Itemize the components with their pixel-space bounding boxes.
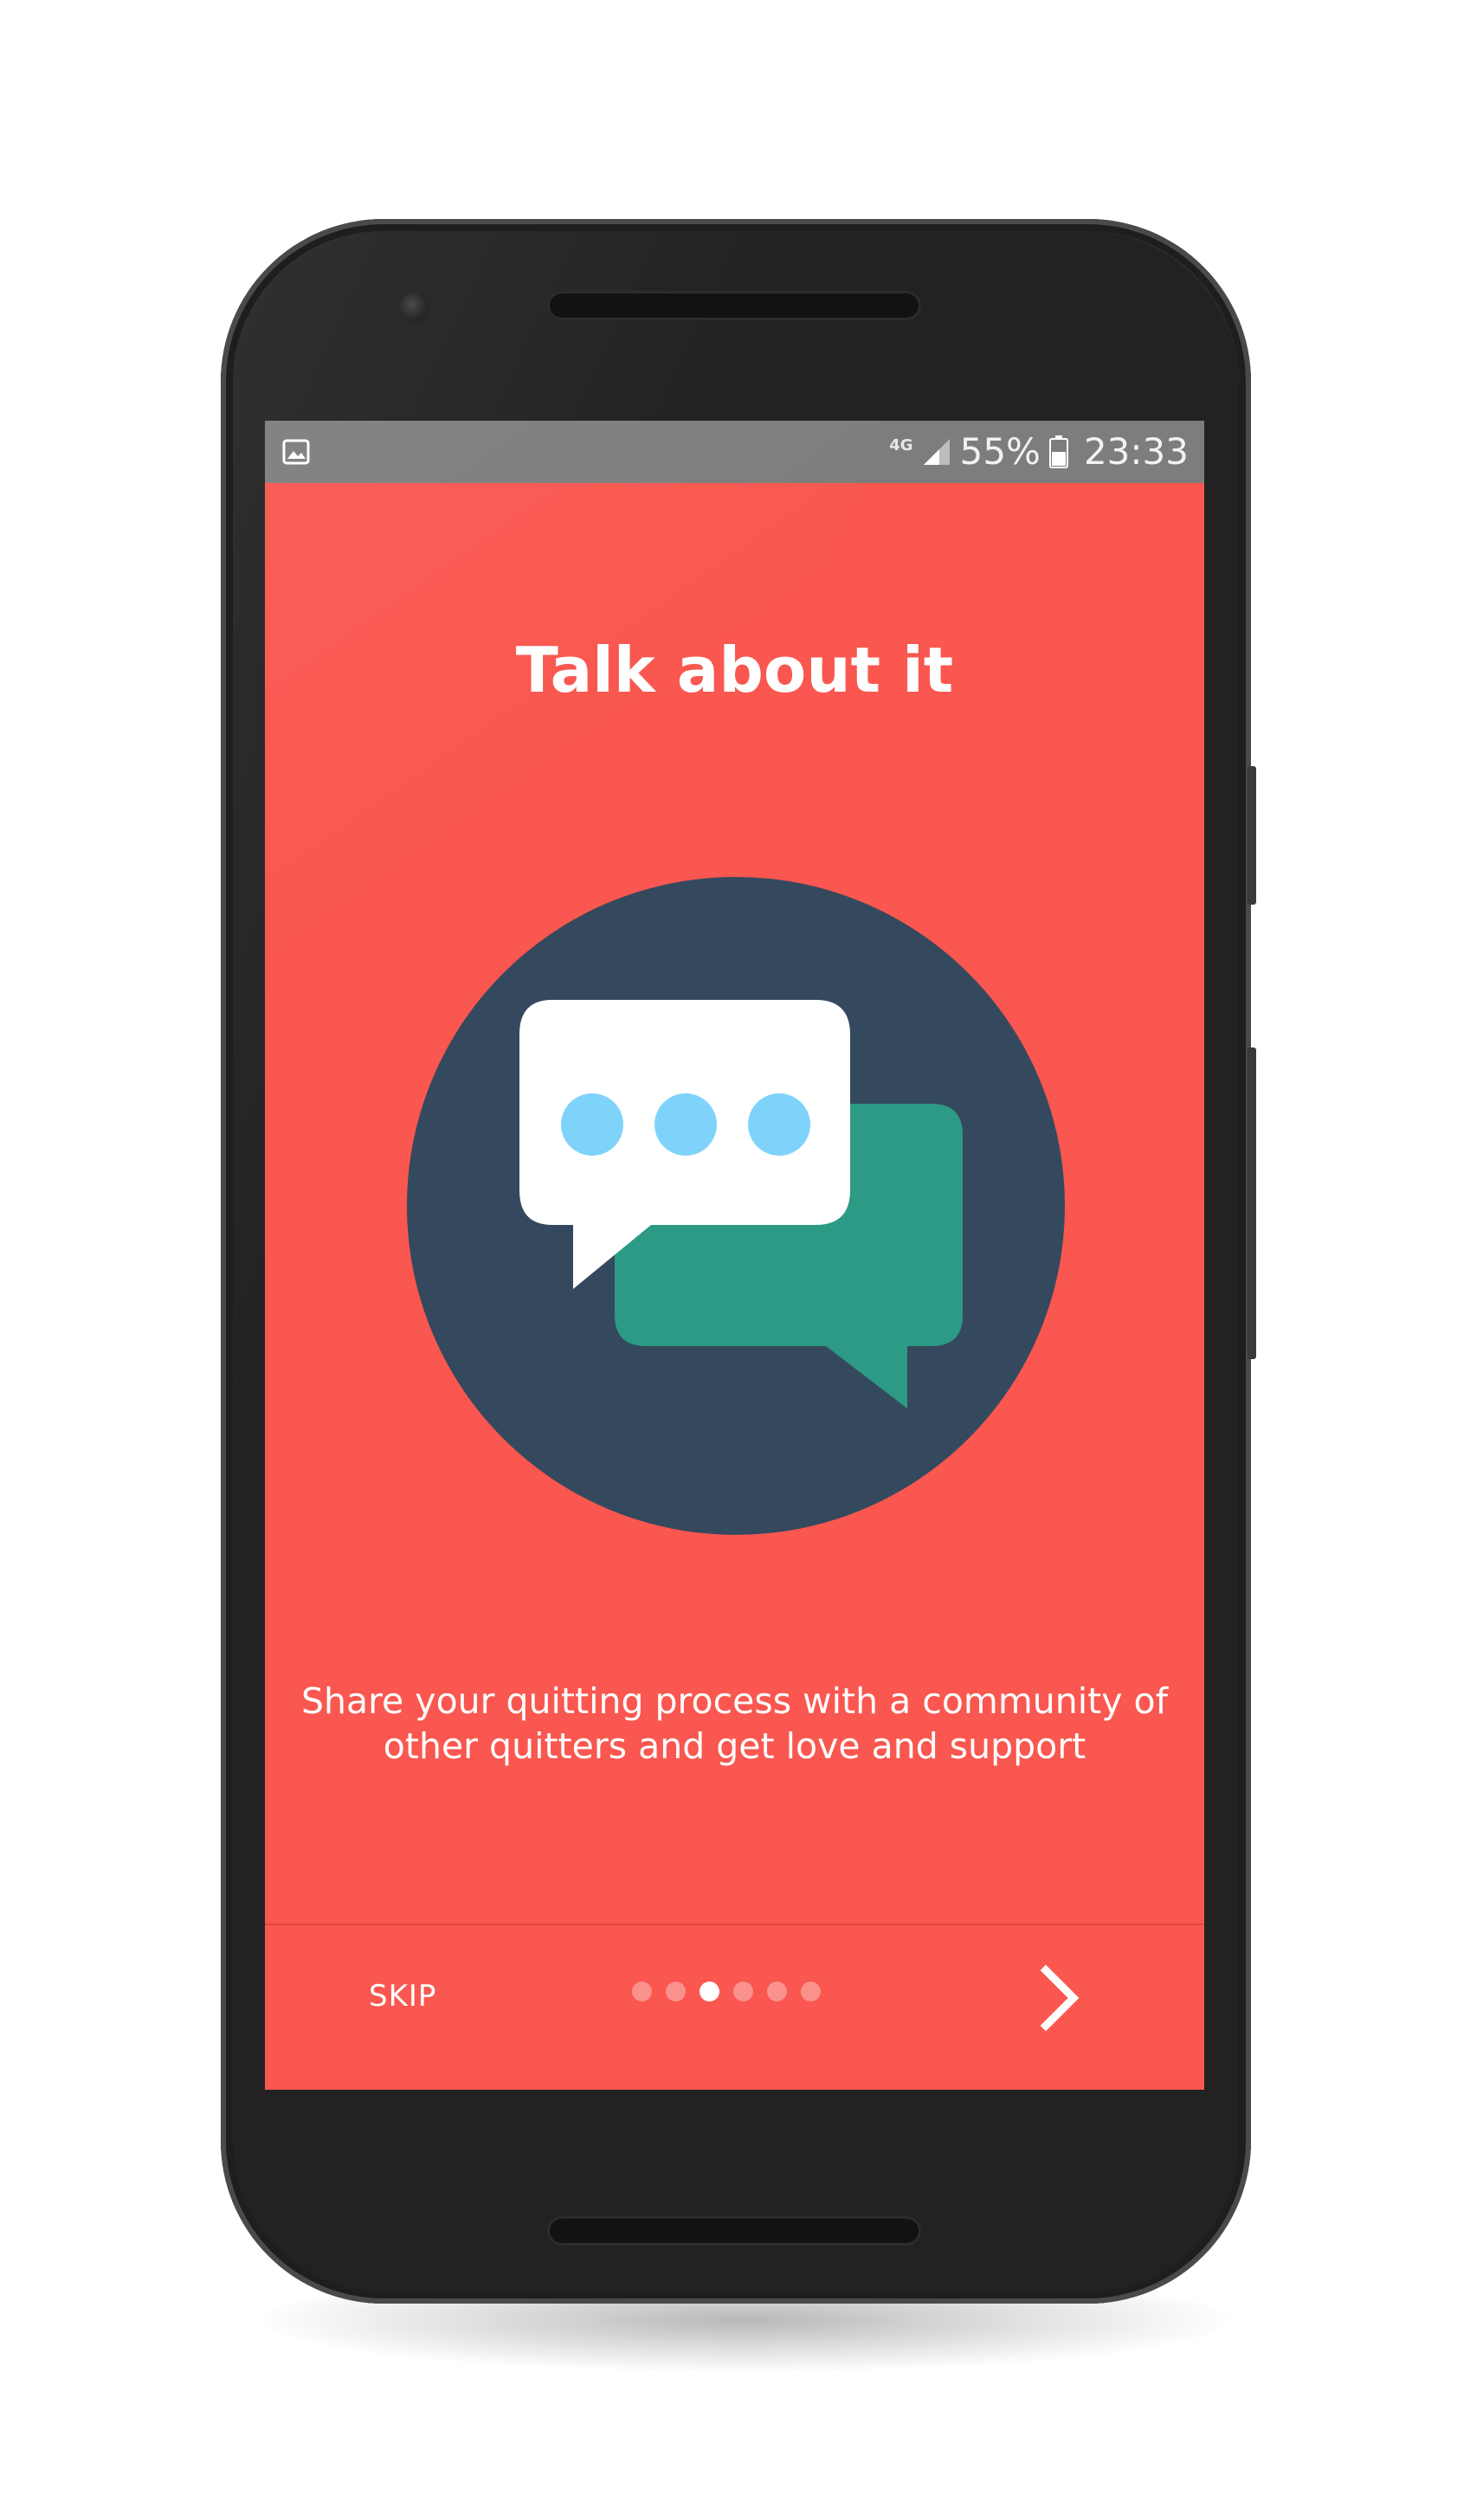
bottom-speaker: [547, 2216, 921, 2246]
description-line-2: other quitters and get love and support: [383, 1725, 1086, 1767]
status-right-group: 4G 55% 23:33: [889, 421, 1189, 483]
page-indicator: [632, 1982, 821, 2001]
page-dot: [767, 1982, 787, 2001]
skip-button[interactable]: SKIP: [369, 1977, 436, 2015]
chevron-right-icon[interactable]: [1023, 1962, 1096, 2034]
clock: 23:33: [1083, 430, 1189, 473]
signal-icon: [923, 439, 950, 465]
chat-bubbles-icon: [407, 877, 1065, 1535]
description-line-1: Share your quitting process with a commu…: [300, 1680, 1169, 1722]
top-speaker: [547, 291, 921, 320]
image-notification-icon: [282, 439, 310, 465]
power-button: [1248, 766, 1256, 905]
network-type: 4G: [889, 436, 913, 454]
volume-button: [1248, 1047, 1256, 1359]
onboarding-nav-bar: SKIP: [265, 1925, 1204, 2090]
app-screen: 4G 55% 23:33 Talk about it Share your qu: [265, 421, 1204, 2090]
page-dot: [733, 1982, 753, 2001]
front-camera: [400, 293, 429, 322]
battery-percentage: 55%: [959, 430, 1041, 473]
status-bar: 4G 55% 23:33: [265, 421, 1204, 483]
page-dot: [632, 1982, 652, 2001]
description: Share your quitting process with a commu…: [300, 1679, 1170, 1769]
page-dot: [801, 1982, 821, 2001]
page-title: Talk about it: [515, 634, 954, 706]
battery-icon: [1048, 435, 1068, 468]
page-dot-active: [700, 1982, 719, 2001]
page-dot: [666, 1982, 686, 2001]
